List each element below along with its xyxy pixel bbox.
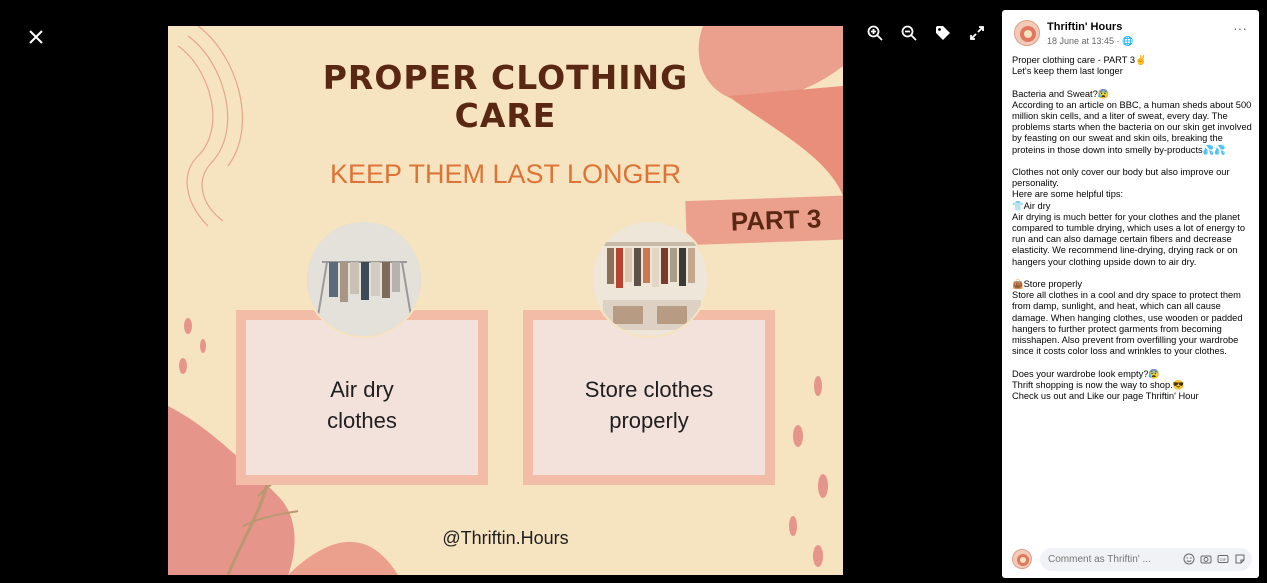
air-dry-card-text: Air dry clothes: [246, 320, 478, 475]
post-sidebar: Thriftin' Hours 18 June at 13:45 · 🌐 ···…: [1002, 10, 1259, 578]
store-clothes-card-text: Store clothes properly: [533, 320, 765, 475]
svg-text:GIF: GIF: [1220, 557, 1227, 562]
photo-title-line1: PROPER CLOTHING: [322, 58, 689, 97]
gif-icon[interactable]: GIF: [1217, 553, 1229, 565]
commenter-avatar: [1012, 549, 1032, 569]
comment-tools: GIF: [1183, 553, 1246, 565]
comment-bar: GIF: [1012, 548, 1252, 572]
photo-subtitle: KEEP THEM LAST LONGER: [329, 159, 682, 189]
zoom-in-icon[interactable]: [864, 22, 886, 44]
emoji-icon[interactable]: [1183, 553, 1195, 565]
wardrobe-image: [591, 220, 709, 338]
page-avatar[interactable]: [1014, 20, 1040, 46]
sticker-icon[interactable]: [1234, 553, 1246, 565]
store-clothes-card-line2: properly: [609, 407, 689, 433]
viewer-toolbar: [864, 22, 988, 44]
photo-title-line2: CARE: [454, 96, 557, 135]
drying-rack-image: [305, 220, 423, 338]
store-clothes-card-line1: Store clothes: [584, 376, 714, 402]
more-options-icon[interactable]: ···: [1233, 20, 1247, 36]
post-text: Proper clothing care - PART 3✌ Let's kee…: [1012, 55, 1252, 402]
fullscreen-icon[interactable]: [966, 22, 988, 44]
post-meta: 18 June at 13:45 · 🌐: [1047, 36, 1133, 47]
air-dry-card-line1: Air dry: [330, 376, 394, 402]
part-tag: PART 3: [685, 194, 843, 246]
photo-title: PROPER CLOTHING CARE: [168, 59, 843, 135]
camera-icon[interactable]: [1200, 553, 1212, 565]
close-icon[interactable]: [22, 22, 50, 50]
zoom-out-icon[interactable]: [898, 22, 920, 44]
post-header: Thriftin' Hours 18 June at 13:45 · 🌐 ···: [1014, 20, 1247, 54]
tag-icon[interactable]: [932, 22, 954, 44]
photo-handle: @Thriftin.Hours: [442, 528, 569, 548]
globe-icon: 🌐: [1122, 36, 1134, 46]
page-name-link[interactable]: Thriftin' Hours: [1047, 21, 1122, 33]
post-timestamp[interactable]: 18 June at 13:45 ·: [1047, 36, 1122, 46]
photo-viewer: PROPER CLOTHING CARE KEEP THEM LAST LONG…: [0, 0, 1000, 583]
post-photo[interactable]: PROPER CLOTHING CARE KEEP THEM LAST LONG…: [168, 26, 843, 575]
air-dry-card-line2: clothes: [327, 407, 397, 433]
